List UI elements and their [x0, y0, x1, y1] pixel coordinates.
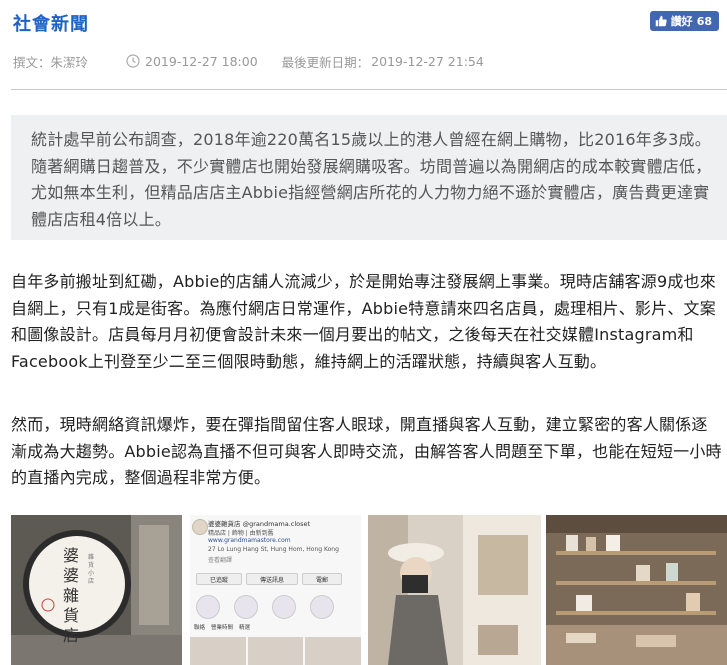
ig-highlights — [196, 595, 334, 619]
photo-person-camera[interactable] — [368, 515, 541, 665]
ig-post-thumb — [247, 637, 304, 665]
ig-website: www.grandmamastore.com — [208, 537, 291, 544]
updated-label: 最後更新日期： — [281, 54, 370, 70]
thumbs-up-icon — [655, 15, 667, 27]
category-title[interactable]: 社會新聞 — [13, 10, 89, 36]
article-paragraph-1: 自年多前搬址到紅磡，Abbie的店舖人流減少，於是開始專注發展網上事業。現時店舖… — [11, 272, 716, 371]
article-paragraph-2: 然而，現時網絡資訊爆炸，要在彈指間留住客人眼球，開直播與客人互動，建立緊密的客人… — [11, 415, 722, 487]
clock-icon — [126, 54, 140, 68]
shop-sign-subtext: 雜貨小店 — [87, 554, 94, 585]
highlight-label: 聯絡 — [194, 625, 206, 631]
photo-shop-sign[interactable]: 婆婆雜貨店 雜貨小店 — [11, 515, 182, 665]
highlight-label: 營業時間 — [211, 625, 234, 631]
photo-shop-shelves[interactable] — [546, 515, 727, 665]
article-page: 社會新聞 讚好 68 撰文：朱潔玲 2019-12-27 18:00 最後更新日… — [0, 0, 727, 665]
seal-stamp-icon — [41, 598, 55, 612]
highlight-circle — [310, 595, 334, 619]
publish-time: 2019-12-27 18:00 — [145, 53, 258, 69]
author: 撰文：朱潔玲 — [13, 54, 89, 70]
ig-profile-name: 婆婆雜貨店 @grandmama.closet — [208, 520, 311, 528]
shop-interior-image — [546, 515, 727, 665]
profile-avatar — [192, 519, 208, 535]
header-divider — [11, 89, 727, 90]
ig-bio-line-1: 精品店 | 飾物 | 由新到舊 — [208, 530, 274, 537]
highlight-circle — [272, 595, 296, 619]
like-label: 讚好 — [670, 15, 693, 28]
ig-highlight-labels: 聯絡 營業時間 精選 — [194, 623, 250, 631]
ig-post-thumb — [305, 637, 361, 665]
updated-time: 2019-12-27 21:54 — [371, 53, 484, 69]
article-meta: 撰文：朱潔玲 2019-12-27 18:00 最後更新日期： 2019-12-… — [13, 52, 484, 70]
ig-post-grid — [190, 637, 361, 665]
ig-bio-line-3: 27 Lo Lung Hang St, Hung Hom, Hong Kong — [208, 546, 339, 553]
ig-post-thumb — [190, 637, 246, 665]
photo-gallery: 婆婆雜貨店 雜貨小店 婆婆雜貨店 @grandmama.closet 精品店 |… — [11, 515, 727, 665]
ig-message-button: 傳送訊息 — [246, 573, 298, 585]
ig-email-button: 電郵 — [302, 573, 342, 585]
shop-sign-text: 婆婆雜貨店 — [63, 546, 80, 645]
ig-following-button: 已追蹤 — [196, 573, 242, 585]
article-header: 社會新聞 讚好 68 — [0, 0, 727, 42]
photo-instagram-profile[interactable]: 婆婆雜貨店 @grandmama.closet 精品店 | 飾物 | 由新到舊 … — [190, 515, 361, 665]
highlight-circle — [196, 595, 220, 619]
facebook-like-button[interactable]: 讚好 68 — [649, 11, 719, 31]
article-summary: 統計處早前公布調查，2018年逾220萬名15歲以上的港人曾經在網上購物，比20… — [11, 115, 727, 240]
like-count: 68 — [696, 14, 712, 28]
ig-translate: 查看翻譯 — [208, 557, 233, 564]
person-with-camera-image — [368, 515, 541, 665]
highlight-circle — [234, 595, 258, 619]
highlight-label: 精選 — [239, 625, 251, 631]
shop-sign-badge: 婆婆雜貨店 雜貨小店 — [23, 530, 131, 645]
